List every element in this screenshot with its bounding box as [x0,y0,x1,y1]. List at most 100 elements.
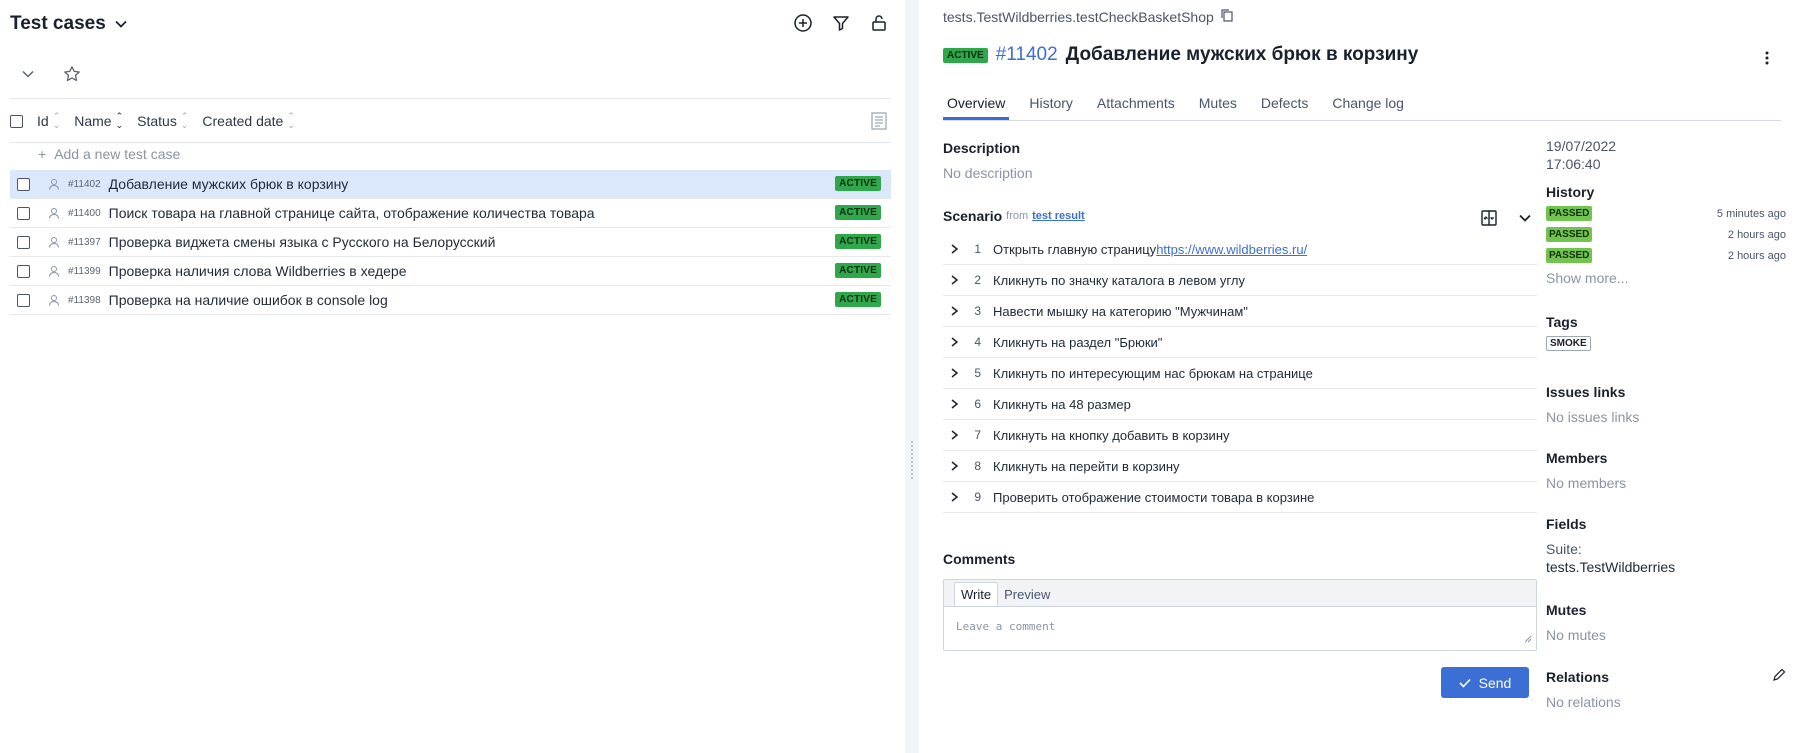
step-text: Кликнуть на кнопку добавить в корзину [993,427,1230,443]
tab-mutes[interactable]: Mutes [1195,93,1241,120]
row-checkbox[interactable] [17,293,30,307]
show-more-link[interactable]: Show more... [1546,270,1786,286]
scenario-step[interactable]: 9 Проверить отображение стоимости товара… [943,482,1537,513]
created-date: 19/07/2022 [1546,138,1617,154]
add-test-case-button[interactable]: + Add a new test case [38,146,180,162]
filter-icon[interactable] [829,11,853,35]
select-all-checkbox[interactable] [10,114,23,128]
history-item[interactable]: PASSED 5 minutes ago [1546,203,1786,224]
step-link[interactable]: https://www.wildberries.ru/ [1156,242,1307,257]
table-row[interactable]: #11400 Поиск товара на главной странице … [10,199,891,228]
sort-icon: ⌃ ⌄ [115,111,124,130]
row-checkbox[interactable] [17,177,30,191]
description-section: Description No description [943,140,1537,181]
fields-key: Suite: [1546,541,1582,557]
tab-write[interactable]: Write [954,582,999,606]
members-block: Members No members [1546,450,1786,491]
row-checkbox[interactable] [17,206,30,220]
passed-badge: PASSED [1546,227,1593,242]
chevron-right-icon[interactable] [949,243,963,255]
history-item[interactable]: PASSED 2 hours ago [1546,245,1786,266]
relations-header: Relations [1546,668,1786,685]
chevron-right-icon[interactable] [949,305,963,317]
edit-pencil-icon[interactable] [1772,668,1786,685]
chevron-right-icon[interactable] [949,367,963,379]
mutes-block: Mutes No mutes [1546,602,1786,643]
column-label: Created date [202,113,284,129]
scenario-step[interactable]: 4 Кликнуть на раздел "Брюки" [943,327,1537,358]
history-list: PASSED 5 minutes ago PASSED 2 hours ago PA… [1546,203,1786,266]
test-cases-header[interactable]: Test cases [10,10,128,38]
column-settings-icon[interactable] [867,109,891,133]
comment-input[interactable]: Leave a comment [956,620,1055,633]
test-case-name: Добавление мужских брюк в корзину [1065,44,1419,65]
row-name: Проверка виджета смены языка с Русского … [108,234,496,250]
test-result-link[interactable]: test result [1032,210,1085,222]
chevron-down-icon[interactable] [1513,206,1537,230]
table-row[interactable]: #11398 Проверка на наличие ошибок в cons… [10,286,891,315]
tags-block: Tags SMOKE [1546,314,1786,351]
table-row[interactable]: #11397 Проверка виджета смены языка с Ру… [10,228,891,257]
step-number: 4 [974,335,981,349]
column-created-date[interactable]: Created date ⌃ ⌄ [202,112,295,130]
send-button[interactable]: Send [1441,667,1529,698]
relations-label: Relations [1546,668,1610,685]
scenario-steps: 1 Открыть главную страницуhttps://www.wi… [943,234,1537,513]
detail-tabs: Overview History Attachments Mutes Defec… [943,93,1781,121]
copy-icon[interactable] [1220,8,1234,25]
tab-overview[interactable]: Overview [943,93,1010,120]
unlock-icon[interactable] [867,11,891,35]
chevron-right-icon[interactable] [949,336,963,348]
test-case-number: #11402 [995,44,1058,65]
members-value: No members [1546,475,1627,491]
column-status[interactable]: Status ⌃ ⌄ [137,112,188,130]
resize-handle-icon[interactable] [1524,630,1532,646]
scenario-step[interactable]: 6 Кликнуть на 48 размер [943,389,1537,420]
scenario-step[interactable]: 2 Кликнуть по значку каталога в левом уг… [943,265,1537,296]
chevron-right-icon[interactable] [949,460,963,472]
table-row[interactable]: #11402 Добавление мужских брюк в корзину… [10,170,891,199]
star-icon[interactable] [60,62,84,86]
tab-preview[interactable]: Preview [998,583,1056,606]
step-text: Проверить отображение стоимости товара в… [993,489,1315,505]
scenario-from: from [1006,210,1029,222]
test-case-detail: tests.TestWildberries.testCheckBasketSho… [919,0,1795,753]
scenario-step[interactable]: 5 Кликнуть по интересующим нас брюкам на… [943,358,1537,389]
scenario-step[interactable]: 3 Навести мышку на категорию "Мужчинам" [943,296,1537,327]
status-badge: ACTIVE [943,47,988,63]
panel-resize-handle[interactable] [905,0,919,753]
chevron-right-icon[interactable] [949,398,963,410]
panel-title[interactable]: Test cases [10,13,106,35]
collapse-chevron-icon[interactable] [16,62,40,86]
step-text: Кликнуть по значку каталога в левом углу [993,272,1245,288]
row-checkbox[interactable] [17,235,30,249]
header-actions [791,11,891,35]
tab-attachments[interactable]: Attachments [1093,93,1179,120]
test-path-text: tests.TestWildberries.testCheckBasketSho… [943,8,1214,25]
chevron-down-icon[interactable] [114,17,128,31]
description-label: Description [943,140,1021,156]
more-options-icon[interactable] [1755,46,1779,70]
history-time: 2 hours ago [1727,249,1786,262]
add-circle-icon[interactable] [791,11,815,35]
created-time: 17:06:40 [1546,156,1601,172]
user-icon [48,236,60,248]
scenario-step[interactable]: 8 Кликнуть на перейти в корзину [943,451,1537,482]
column-name[interactable]: Name ⌃ ⌄ [74,112,123,130]
tag-badge[interactable]: SMOKE [1546,336,1591,351]
column-id[interactable]: Id ⌃ ⌄ [37,112,60,130]
user-icon [48,207,60,219]
compare-icon[interactable] [1477,206,1501,230]
row-checkbox[interactable] [17,264,30,278]
tab-history[interactable]: History [1025,93,1077,120]
scenario-step[interactable]: 7 Кликнуть на кнопку добавить в корзину [943,420,1537,451]
chevron-right-icon[interactable] [949,429,963,441]
chevron-right-icon[interactable] [949,491,963,503]
history-item[interactable]: PASSED 2 hours ago [1546,224,1786,245]
scenario-label: Scenario [943,208,1003,224]
chevron-right-icon[interactable] [949,274,963,286]
tab-change-log[interactable]: Change log [1328,93,1408,120]
tab-defects[interactable]: Defects [1257,93,1312,120]
table-row[interactable]: #11399 Проверка наличия слова Wildberrie… [10,257,891,286]
scenario-step[interactable]: 1 Открыть главную страницуhttps://www.wi… [943,234,1537,265]
